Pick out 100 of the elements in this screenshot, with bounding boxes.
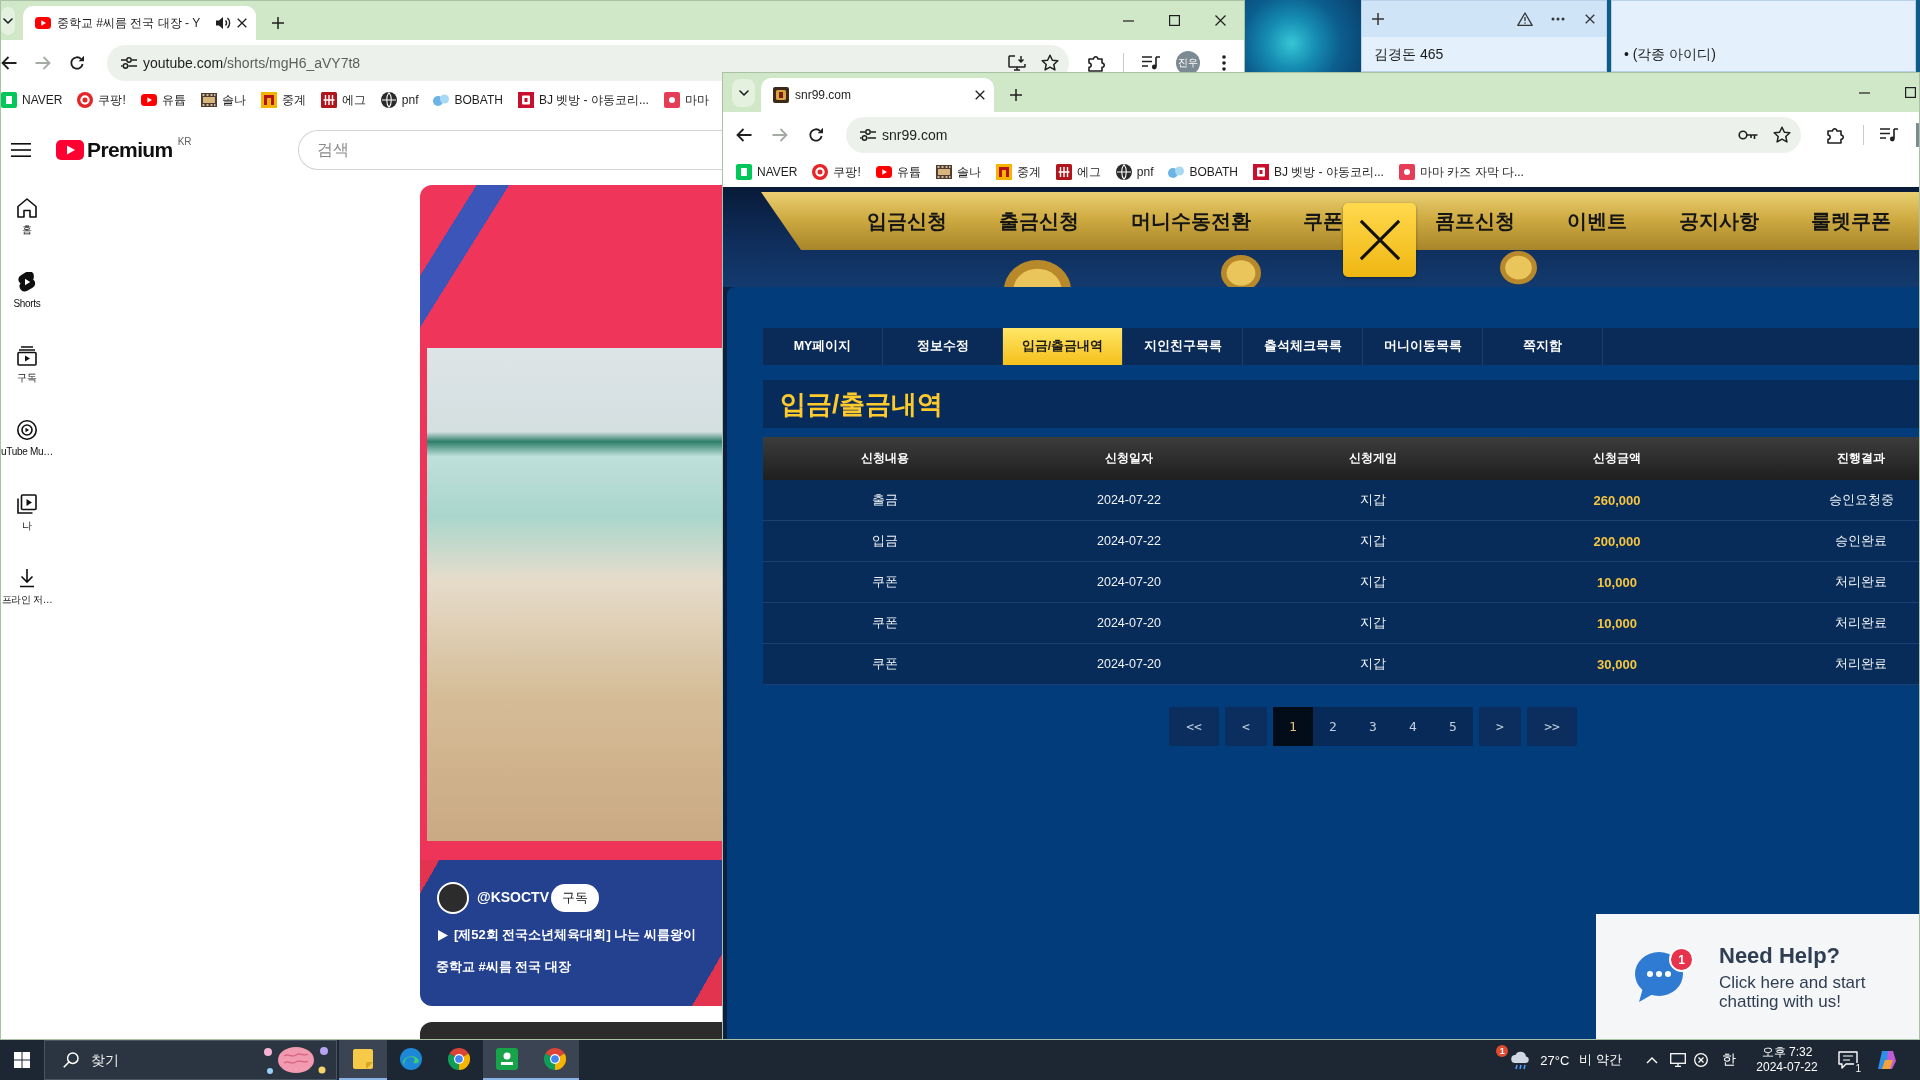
star-icon[interactable]: [1041, 54, 1059, 71]
taskbar-search-box[interactable]: 찾기: [44, 1040, 337, 1080]
app-logo-icon[interactable]: [1876, 1049, 1898, 1071]
nav-link[interactable]: 룰렛쿠폰: [1811, 192, 1891, 250]
input-method-indicator[interactable]: 한: [1722, 1051, 1736, 1069]
chevron-up-icon[interactable]: [1646, 1056, 1658, 1064]
browser-tab[interactable]: 중학교 #씨름 전국 대장 - Y: [23, 6, 256, 40]
reload-icon[interactable]: [808, 126, 824, 143]
maximize-icon[interactable]: [1905, 87, 1916, 98]
circle-x-icon[interactable]: [1694, 1053, 1708, 1067]
bookmark-link[interactable]: 솔나: [935, 163, 981, 181]
bookmark-link[interactable]: 중계: [260, 91, 306, 109]
tab-search-button[interactable]: [1, 7, 15, 35]
music-queue-icon[interactable]: [1142, 55, 1160, 70]
menu-icon[interactable]: [11, 143, 31, 157]
plus-icon[interactable]: [1372, 13, 1384, 25]
tab[interactable]: 출석체크목록: [1243, 328, 1363, 365]
tab[interactable]: 지인친구목록: [1123, 328, 1243, 365]
app-tile-icon[interactable]: [496, 1048, 518, 1070]
play-icon[interactable]: [438, 929, 448, 941]
play-logo-icon[interactable]: [56, 140, 84, 160]
tab[interactable]: 머니이동목록: [1363, 328, 1483, 365]
sticky-note[interactable]: 김경돈 465: [1361, 0, 1607, 72]
bookmark-link[interactable]: NAVER: [1, 92, 63, 108]
arrow-left-icon[interactable]: [1, 55, 17, 70]
bookmark-link[interactable]: 솔나: [200, 91, 246, 109]
close-icon[interactable]: [1585, 14, 1595, 24]
nav-link[interactable]: 출금신청: [999, 192, 1079, 250]
bookmark-link[interactable]: pnf: [1115, 164, 1154, 180]
bookmark-link[interactable]: 마마: [663, 91, 709, 109]
subscribe-button[interactable]: 구독: [551, 884, 599, 912]
puzzle-icon[interactable]: [1088, 53, 1106, 72]
arrow-left-icon[interactable]: [736, 127, 752, 142]
next-page-button[interactable]: >: [1479, 707, 1521, 746]
close-icon[interactable]: [975, 90, 985, 100]
monitor-download-icon[interactable]: [1008, 54, 1026, 71]
temperature[interactable]: 27°C: [1540, 1052, 1570, 1068]
video-frame[interactable]: @KSOCTV 구독 [제52회 전국소년체육대회] 나는 씨름왕이 중학교 #씨름 전국 대장: [420, 185, 723, 1006]
bookmark-link[interactable]: BJ 벳방 - 야동코리...: [1252, 163, 1384, 181]
chevron-down-icon[interactable]: [738, 90, 749, 96]
minimize-icon[interactable]: [1123, 19, 1134, 22]
nav-link[interactable]: 머니수동전환: [1131, 192, 1251, 250]
bookmark-link[interactable]: 마마 카즈 자막 다...: [1398, 163, 1524, 181]
maximize-icon[interactable]: [1169, 15, 1180, 26]
bookmark-link[interactable]: 유튭: [875, 163, 921, 181]
address-bar[interactable]: youtube.com/shorts/mgH6_aVY7t8: [107, 44, 1069, 81]
sidebar-item[interactable]: 프라인 저…: [1, 566, 53, 640]
minimize-icon[interactable]: [1859, 91, 1870, 94]
bookmark-link[interactable]: BOBATH: [1168, 165, 1238, 179]
message-icon[interactable]: [1838, 1051, 1858, 1069]
page-button[interactable]: 4: [1393, 707, 1433, 746]
previous-page-button[interactable]: <: [1225, 707, 1267, 746]
last-page-button[interactable]: >>: [1527, 707, 1577, 746]
page-button[interactable]: 3: [1353, 707, 1393, 746]
browser-logo-icon[interactable]: [448, 1048, 470, 1070]
note-text[interactable]: 김경돈 465: [1362, 37, 1606, 63]
nav-link[interactable]: 콤프신청: [1435, 192, 1515, 250]
clock-time[interactable]: 오후 7:32: [1761, 1045, 1813, 1060]
sidebar-item[interactable]: uTube Mu…: [1, 418, 53, 492]
clock-date[interactable]: 2024-07-22: [1756, 1060, 1818, 1075]
puzzle-icon[interactable]: [1827, 125, 1845, 144]
sidebar-item[interactable]: 구독: [1, 344, 53, 418]
nav-link[interactable]: 입금신청: [867, 192, 947, 250]
close-button[interactable]: [1343, 203, 1416, 277]
bookmark-link[interactable]: 중계: [995, 163, 1041, 181]
sliders-icon[interactable]: [121, 56, 137, 69]
swirl-logo-icon[interactable]: [400, 1048, 422, 1070]
search-icon[interactable]: [63, 1052, 79, 1068]
sidebar-item[interactable]: Shorts: [1, 270, 53, 344]
plus-icon[interactable]: [272, 17, 284, 29]
bookmark-link[interactable]: 에그: [1055, 163, 1101, 181]
chevron-down-icon[interactable]: [3, 18, 13, 24]
taskbar-button[interactable]: [483, 1040, 531, 1080]
warning-icon[interactable]: [1517, 12, 1533, 26]
star-icon[interactable]: [1773, 126, 1791, 143]
bookmark-link[interactable]: 쿠팡!: [77, 91, 126, 109]
taskbar-button[interactable]: [531, 1040, 579, 1080]
close-icon[interactable]: [1215, 15, 1226, 26]
speaker-icon[interactable]: [215, 16, 231, 30]
browser-logo-icon[interactable]: [544, 1048, 566, 1070]
weather-condition[interactable]: 비 약간: [1579, 1051, 1622, 1069]
page-button[interactable]: 5: [1433, 707, 1473, 746]
sidebar-item[interactable]: 홈: [1, 196, 53, 270]
sticky-note[interactable]: • (각종 아이디): [1611, 0, 1916, 72]
bookmark-link[interactable]: 에그: [320, 91, 366, 109]
bookmark-link[interactable]: NAVER: [736, 164, 798, 180]
address-bar[interactable]: snr99.com: [846, 116, 1801, 153]
bookmark-link[interactable]: BJ 벳방 - 야동코리...: [517, 91, 649, 109]
sliders-icon[interactable]: [860, 128, 876, 141]
bookmark-link[interactable]: BOBATH: [433, 93, 503, 107]
vertical-dots-icon[interactable]: [1222, 54, 1226, 71]
music-queue-icon[interactable]: [1880, 127, 1898, 142]
first-page-button[interactable]: <<: [1169, 707, 1219, 746]
page-button[interactable]: 2: [1313, 707, 1353, 746]
tab[interactable]: MY페이지: [763, 328, 883, 365]
channel-name[interactable]: @KSOCTV: [477, 889, 549, 905]
tab[interactable]: 입금/출금내역: [1003, 328, 1123, 365]
nav-link[interactable]: 쿠폰: [1303, 192, 1343, 250]
taskbar-button[interactable]: [339, 1040, 387, 1080]
search-field[interactable]: 찾기: [91, 1049, 241, 1071]
